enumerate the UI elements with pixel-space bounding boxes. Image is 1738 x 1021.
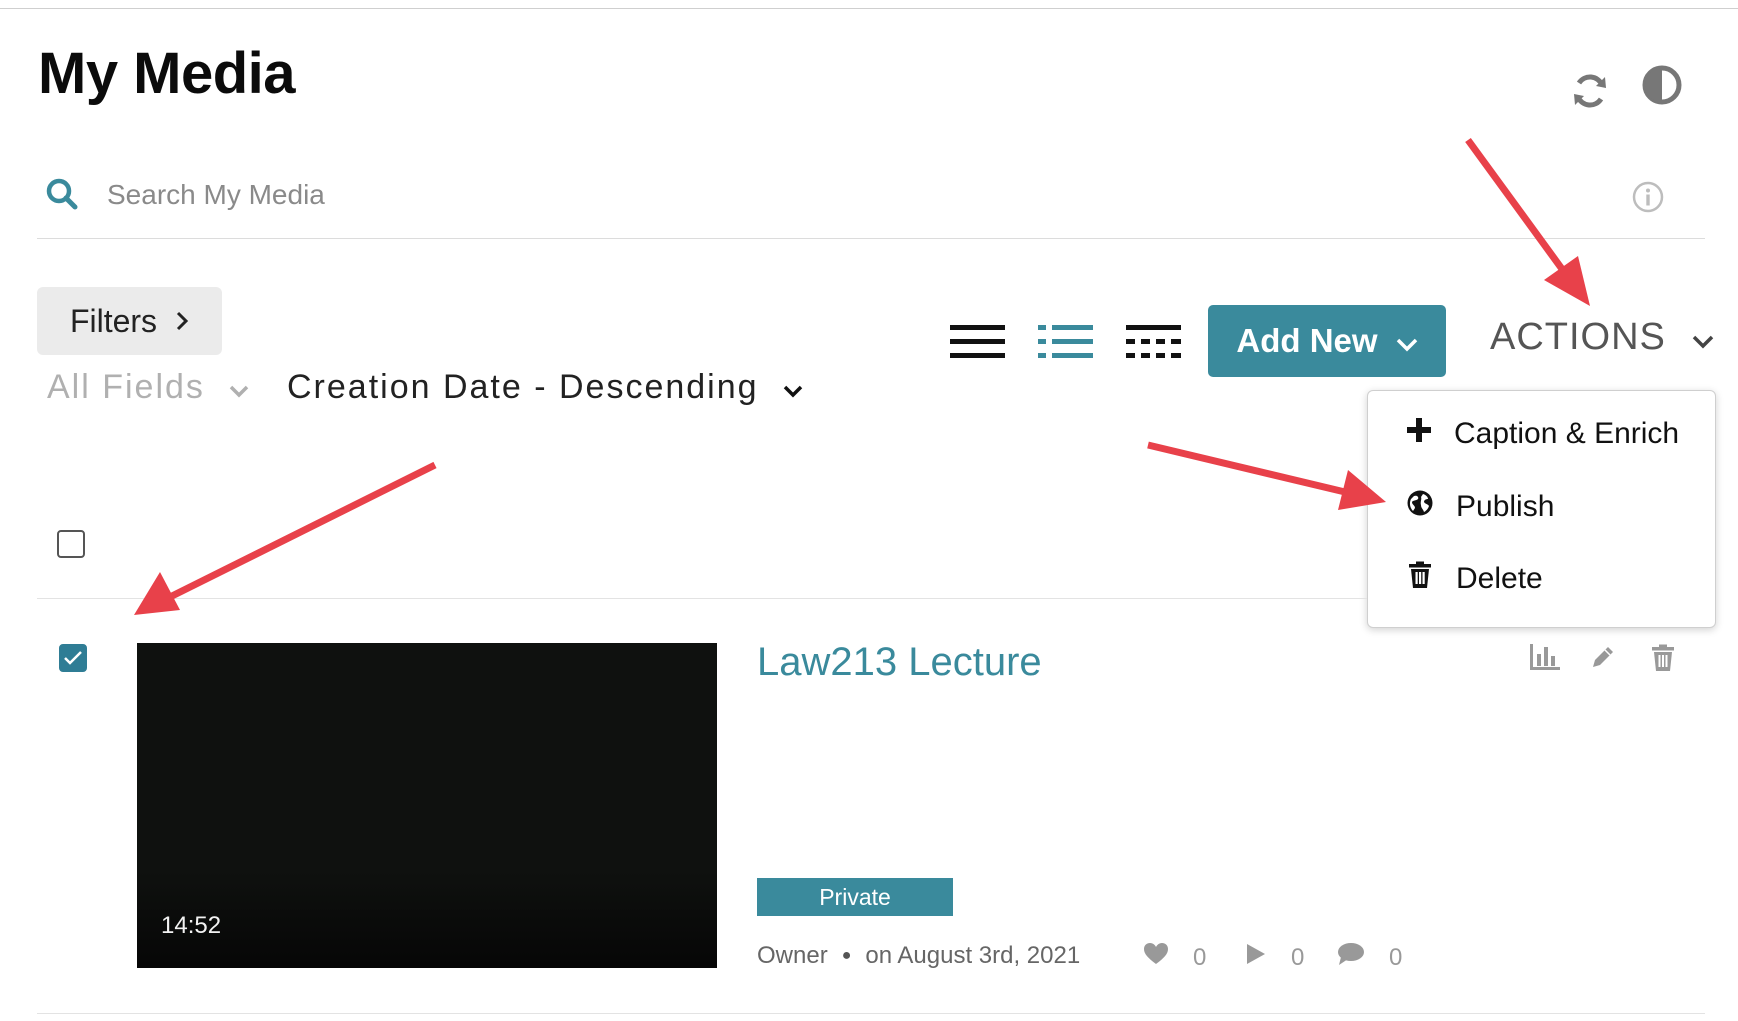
arrow-to-publish bbox=[1147, 441, 1386, 510]
annotation-arrows bbox=[134, 137, 1590, 615]
arrow-to-checkbox bbox=[134, 461, 437, 615]
arrow-to-actions bbox=[1465, 137, 1590, 306]
